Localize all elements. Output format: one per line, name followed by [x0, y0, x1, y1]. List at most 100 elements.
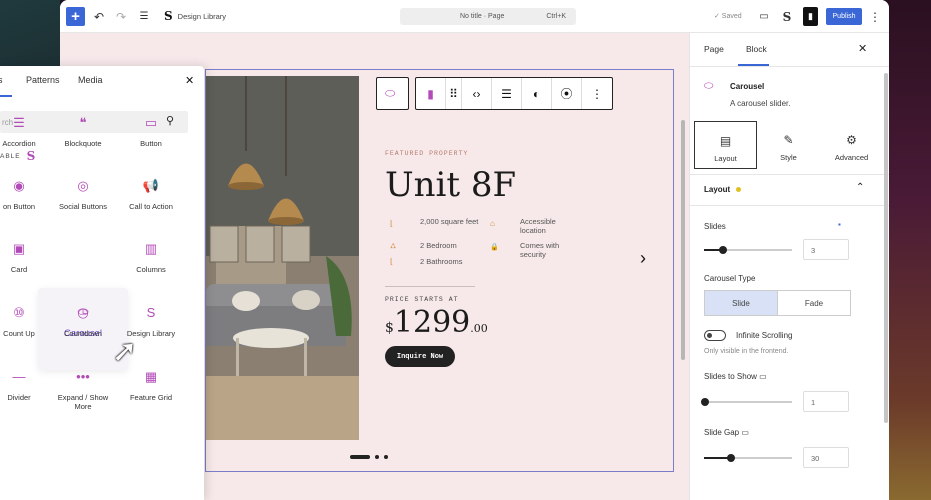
desktop-icon[interactable]: ▭: [759, 372, 767, 381]
block-item-accordion[interactable]: ☰ Accordion: [0, 115, 50, 148]
tab-media[interactable]: Media: [78, 75, 103, 85]
block-label: on Button: [2, 202, 36, 211]
infinite-scrolling-label: Infinite Scrolling: [736, 331, 793, 340]
link-icon[interactable]: ⦿: [552, 78, 582, 109]
separator: [690, 174, 889, 175]
next-slide-arrow[interactable]: ›: [640, 248, 646, 269]
button-icon: ▭: [144, 115, 158, 130]
modified-dot: [736, 187, 742, 193]
slides-to-show-text: Slides to Show: [704, 372, 757, 381]
publish-button[interactable]: Publish: [826, 8, 862, 25]
layout-section-header[interactable]: Layout: [704, 185, 742, 194]
feature-security: Comes with security: [520, 241, 560, 259]
type-fade-option[interactable]: Fade: [778, 291, 850, 315]
slides-to-show-slider[interactable]: [701, 398, 792, 406]
layout-toggle-icon[interactable]: ▮: [416, 78, 446, 109]
feature-bathroom: 2 Bathrooms: [420, 257, 463, 266]
block-item-on-button[interactable]: ◉ on Button: [0, 178, 50, 211]
drag-handle-icon[interactable]: ⠿: [446, 78, 462, 109]
divider: [385, 286, 475, 287]
dot-3[interactable]: [384, 455, 388, 459]
move-arrows-icon[interactable]: ‹›: [462, 78, 492, 109]
redo-icon[interactable]: ↷: [113, 7, 129, 26]
slides-input[interactable]: 3: [803, 239, 849, 260]
desktop-background-right: [886, 0, 931, 500]
tab-page[interactable]: Page: [704, 44, 724, 54]
block-item-expand-show-more[interactable]: ••• Expand / Show More: [52, 369, 114, 411]
command-shortcut: Ctrl+K: [546, 13, 566, 20]
dot-1[interactable]: [350, 455, 370, 459]
block-item-card[interactable]: ▣ Card: [0, 241, 50, 274]
block-toolbar: ▮ ⠿ ‹› ☰ ◐ ⦿ ⋮: [415, 77, 613, 110]
tab-style[interactable]: ✎ Style: [757, 121, 820, 169]
slides-to-show-input[interactable]: 1: [803, 391, 849, 412]
slides-to-show-label: Slides to Show ▭: [704, 372, 767, 381]
tab-layout[interactable]: ▤ Layout: [694, 121, 757, 169]
close-icon[interactable]: ✕: [185, 74, 194, 87]
feature-grid-icon: ▦: [144, 369, 158, 384]
block-label: Social Buttons: [59, 202, 107, 211]
infinite-scrolling-toggle[interactable]: [704, 330, 726, 341]
stackable-logo-icon: S: [26, 149, 37, 163]
align-icon[interactable]: ☰: [492, 78, 522, 109]
block-label: Expand / Show More: [57, 393, 109, 411]
outline-icon[interactable]: ☰: [136, 7, 152, 26]
slide-gap-input[interactable]: 30: [803, 447, 849, 468]
slider-thumb[interactable]: [719, 246, 727, 254]
command-palette[interactable]: No title · Page Ctrl+K: [400, 8, 576, 25]
block-options-icon[interactable]: ⋮: [582, 78, 612, 109]
block-item-count-up[interactable]: ⑩ Count Up: [0, 305, 50, 338]
slider-thumb[interactable]: [701, 398, 709, 406]
block-description: A carousel slider.: [730, 99, 791, 108]
block-item-social-buttons[interactable]: ◎ Social Buttons: [52, 178, 114, 211]
slides-slider[interactable]: [704, 246, 792, 254]
slide-gap-slider[interactable]: [704, 454, 792, 462]
desktop-icon[interactable]: ▭: [741, 428, 749, 437]
more-options-icon[interactable]: ⋮: [869, 7, 881, 26]
desktop-view-icon[interactable]: ▭: [757, 7, 771, 26]
stackable-settings-icon[interactable]: S: [780, 7, 794, 26]
price-label: PRICE STARTS AT: [385, 296, 459, 303]
carousel-type-toggle: Slide Fade: [704, 290, 851, 316]
block-item-feature-grid[interactable]: ▦ Feature Grid: [120, 369, 182, 402]
feature-bedroom: 2 Bedroom: [420, 241, 457, 250]
design-library-button[interactable]: S Design Library: [164, 9, 226, 23]
tab-block[interactable]: Block: [746, 44, 767, 54]
block-label: Blockquote: [64, 139, 102, 148]
social-buttons-icon: ◎: [77, 178, 89, 193]
bath-icon: ⌊: [390, 257, 394, 266]
dynamic-content-icon[interactable]: ▪: [838, 220, 841, 229]
block-item-divider[interactable]: — Divider: [0, 369, 50, 402]
block-label: Feature Grid: [129, 393, 173, 402]
stackable-style-icon[interactable]: ◐: [522, 78, 552, 109]
add-block-button[interactable]: +: [66, 7, 85, 26]
type-slide-option[interactable]: Slide: [705, 291, 778, 315]
gear-icon: ⚙: [846, 133, 857, 147]
canvas-scrollbar[interactable]: [681, 120, 685, 360]
chevron-up-icon[interactable]: ⌃: [856, 182, 864, 193]
layout-icon: ▤: [719, 134, 732, 148]
property-title: Unit 8F: [385, 165, 517, 205]
block-item-call-to-action[interactable]: 📢 Call to Action: [120, 178, 182, 211]
separator: [690, 66, 889, 67]
dot-2[interactable]: [375, 455, 379, 459]
price-main: 1299: [393, 305, 471, 340]
slider-thumb[interactable]: [727, 454, 735, 462]
inquire-now-button[interactable]: Inquire Now: [385, 346, 455, 367]
undo-icon[interactable]: ↶: [91, 7, 107, 26]
on-button-icon: ◉: [13, 178, 25, 193]
block-item-columns[interactable]: ▥ Columns: [120, 241, 182, 274]
block-label: Countdown: [64, 329, 102, 338]
close-icon[interactable]: ✕: [858, 42, 867, 55]
sidebar-scrollbar[interactable]: [884, 73, 888, 423]
location-icon: ⌂: [490, 219, 495, 228]
carousel-block-type-button[interactable]: ⬭: [376, 77, 409, 110]
block-item-blockquote[interactable]: ❝ Blockquote: [52, 115, 114, 148]
area-icon: ⌊: [390, 219, 394, 228]
tab-advanced[interactable]: ⚙ Advanced: [820, 121, 883, 169]
tab-blocks[interactable]: s: [0, 75, 3, 85]
tab-patterns[interactable]: Patterns: [26, 75, 60, 85]
block-item-countdown[interactable]: ◷ Countdown: [52, 305, 114, 338]
block-item-button[interactable]: ▭ Button: [120, 115, 182, 148]
settings-sidebar-icon[interactable]: ▮: [803, 7, 818, 26]
